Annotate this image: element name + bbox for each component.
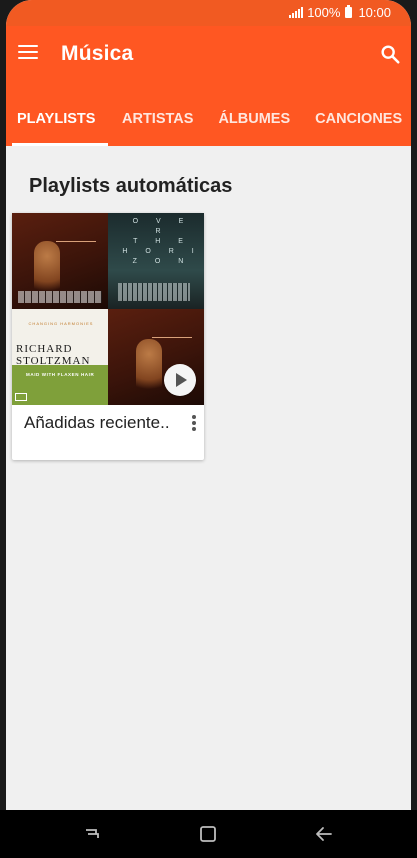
art-text-line-3: H O R I Z O N <box>122 248 202 265</box>
app-title: Música <box>61 42 134 65</box>
clock: 10:00 <box>358 5 391 20</box>
tab-artistas[interactable]: ARTISTAS <box>114 84 201 146</box>
more-options-icon[interactable] <box>192 415 196 431</box>
art-cover-subtitle: MAID WITH FLAXEN HAIR <box>26 372 95 377</box>
menu-icon[interactable] <box>18 45 38 61</box>
app-bar: Música <box>6 26 411 84</box>
tab-albumes[interactable]: ÁLBUMES <box>210 84 298 146</box>
art-cover-name-1: RICHARD <box>16 343 73 355</box>
tab-bar: PLAYLISTS ARTISTAS ÁLBUMES CANCIONES <box>6 84 411 146</box>
battery-icon <box>345 5 353 18</box>
album-art-3: CHANGING HARMONIES RICHARD STOLTZMAN MAI… <box>12 309 108 405</box>
recent-apps-icon[interactable] <box>80 822 104 846</box>
tab-playlists[interactable]: PLAYLISTS <box>12 84 108 146</box>
signal-icon <box>289 7 304 18</box>
status-icons: 100% 10:00 <box>289 5 391 20</box>
art-cover-name-2: STOLTZMAN <box>16 355 91 367</box>
art-text-line-2: T H E <box>133 238 191 245</box>
app-screen: 100% 10:00 Música PLAYLISTS ARTISTAS ÁLB… <box>6 0 411 810</box>
status-bar: 100% 10:00 <box>6 0 411 26</box>
back-icon[interactable] <box>312 822 336 846</box>
search-icon[interactable] <box>379 43 401 65</box>
label-logo-icon <box>15 393 27 401</box>
playlist-title: Añadidas reciente.. <box>24 413 170 432</box>
art-text-line-1: O V E R <box>132 218 192 235</box>
album-art-2: O V E R T H E H O R I Z O N <box>108 213 204 309</box>
art-cover-label: CHANGING HARMONIES <box>28 321 94 326</box>
tab-canciones[interactable]: CANCIONES <box>307 84 410 146</box>
playlist-card[interactable]: O V E R T H E H O R I Z O N CHANGING HAR… <box>12 213 204 460</box>
navigation-bar <box>0 810 417 858</box>
battery-percent: 100% <box>307 5 341 20</box>
album-art-1 <box>12 213 108 309</box>
play-icon[interactable] <box>164 364 196 396</box>
home-icon[interactable] <box>196 822 220 846</box>
section-title: Playlists automáticas <box>29 175 233 197</box>
